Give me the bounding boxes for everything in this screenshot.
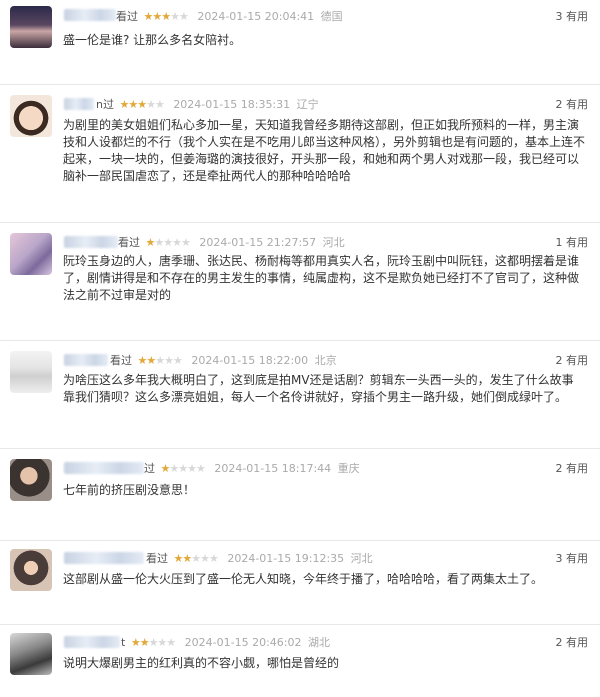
username-blurred[interactable] — [64, 552, 144, 564]
rating-stars: ★★★★★ — [160, 462, 206, 475]
watched-label: 看过 — [110, 354, 132, 367]
username-blurred[interactable] — [64, 636, 120, 648]
avatar[interactable] — [10, 633, 52, 675]
review-date: 2024-01-15 20:04:41 — [197, 10, 315, 23]
review-content: 七年前的挤压剧没意思！ — [63, 483, 196, 497]
review-item: 看过 ★★★★★ 2024-01-15 19:12:35 河北 3 有用 这部剧… — [0, 540, 600, 621]
review-date: 2024-01-15 20:46:02 — [184, 636, 302, 649]
review-location: 河北 — [322, 236, 345, 249]
review-content: 为啥压这么多年我大概明白了，这到底是拍MV还是话剧？剪辑东一头西一头的，发生了什… — [63, 373, 574, 404]
useful-button[interactable]: 1 有用 — [556, 234, 589, 250]
rating-stars: ★★★★★ — [130, 636, 176, 649]
avatar[interactable] — [10, 95, 52, 137]
review-date: 2024-01-15 18:35:31 — [173, 98, 291, 111]
review-item: t ★★★★★ 2024-01-15 20:46:02 湖北 2 有用 说明大爆… — [0, 624, 600, 697]
watched-label: n过 — [96, 98, 114, 111]
avatar[interactable] — [10, 549, 52, 591]
watched-label: t — [121, 636, 126, 649]
username-blurred[interactable] — [64, 9, 116, 21]
useful-button[interactable]: 3 有用 — [556, 550, 589, 566]
review-content: 为剧里的美女姐姐们私心多加一星，天知道我曾经多期待这部剧，但正如我所预料的一样，… — [63, 118, 586, 183]
useful-button[interactable]: 3 有用 — [556, 8, 589, 24]
rating-stars: ★★★★★ — [119, 98, 164, 111]
watched-label: 过 — [144, 462, 155, 475]
review-location: 湖北 — [307, 636, 330, 649]
review-item: n过 ★★★★★ 2024-01-15 18:35:31 辽宁 2 有用 为剧里… — [0, 84, 600, 215]
useful-button[interactable]: 2 有用 — [556, 634, 589, 650]
useful-button[interactable]: 2 有用 — [556, 96, 589, 112]
useful-button[interactable]: 2 有用 — [556, 460, 589, 476]
useful-button[interactable]: 2 有用 — [556, 352, 589, 368]
review-location: 德国 — [320, 10, 343, 23]
avatar[interactable] — [10, 459, 52, 501]
username-blurred[interactable] — [64, 98, 94, 110]
review-item: 看过 ★★★★★ 2024-01-15 20:04:41 德国 3 有用 盛一伦… — [0, 0, 600, 72]
review-location: 河北 — [350, 552, 373, 565]
review-content: 这部剧从盛一伦大火压到了盛一伦无人知晓，今年终于播了，哈哈哈哈，看了两集太土了。 — [63, 572, 544, 586]
review-meta: t ★★★★★ 2024-01-15 20:46:02 湖北 — [121, 634, 330, 650]
rating-stars: ★★★★★ — [143, 10, 189, 23]
review-item: 看过 ★★★★★ 2024-01-15 21:27:57 河北 1 有用 阮玲玉… — [0, 222, 600, 335]
review-content: 说明大爆剧男主的红利真的不容小觑，哪怕是曾经的 — [63, 656, 340, 670]
review-location: 辽宁 — [296, 98, 319, 111]
avatar[interactable] — [10, 233, 52, 275]
review-date: 2024-01-15 21:27:57 — [199, 236, 317, 249]
review-location: 北京 — [314, 354, 337, 367]
watched-label: 看过 — [118, 236, 140, 249]
watched-label: 看过 — [146, 552, 168, 565]
review-meta: 过 ★★★★★ 2024-01-15 18:17:44 重庆 — [144, 460, 360, 476]
review-meta: n过 ★★★★★ 2024-01-15 18:35:31 辽宁 — [96, 96, 319, 112]
review-content: 阮玲玉身边的人，唐季珊、张达民、杨耐梅等都用真实人名，阮玲玉剧中叫阮钰，这都明摆… — [63, 254, 580, 302]
review-meta: 看过 ★★★★★ 2024-01-15 20:04:41 德国 — [116, 8, 343, 24]
review-meta: 看过 ★★★★★ 2024-01-15 18:22:00 北京 — [110, 352, 337, 368]
review-meta: 看过 ★★★★★ 2024-01-15 21:27:57 河北 — [118, 234, 345, 250]
review-item: 看过 ★★★★★ 2024-01-15 18:22:00 北京 2 有用 为啥压… — [0, 340, 600, 443]
username-blurred[interactable] — [64, 354, 108, 366]
review-date: 2024-01-15 19:12:35 — [227, 552, 345, 565]
watched-label: 看过 — [116, 10, 138, 23]
username-blurred[interactable] — [64, 236, 118, 248]
review-date: 2024-01-15 18:17:44 — [214, 462, 332, 475]
review-content: 盛一伦是谁? 让那么多名女陪衬。 — [63, 33, 242, 47]
review-location: 重庆 — [337, 462, 360, 475]
review-date: 2024-01-15 18:22:00 — [191, 354, 309, 367]
rating-stars: ★★★★★ — [145, 236, 191, 249]
rating-stars: ★★★★★ — [137, 354, 183, 367]
username-blurred[interactable] — [64, 462, 144, 474]
review-meta: 看过 ★★★★★ 2024-01-15 19:12:35 河北 — [146, 550, 373, 566]
avatar[interactable] — [10, 6, 52, 48]
rating-stars: ★★★★★ — [173, 552, 219, 565]
avatar[interactable] — [10, 351, 52, 393]
review-item: 过 ★★★★★ 2024-01-15 18:17:44 重庆 2 有用 七年前的… — [0, 448, 600, 535]
